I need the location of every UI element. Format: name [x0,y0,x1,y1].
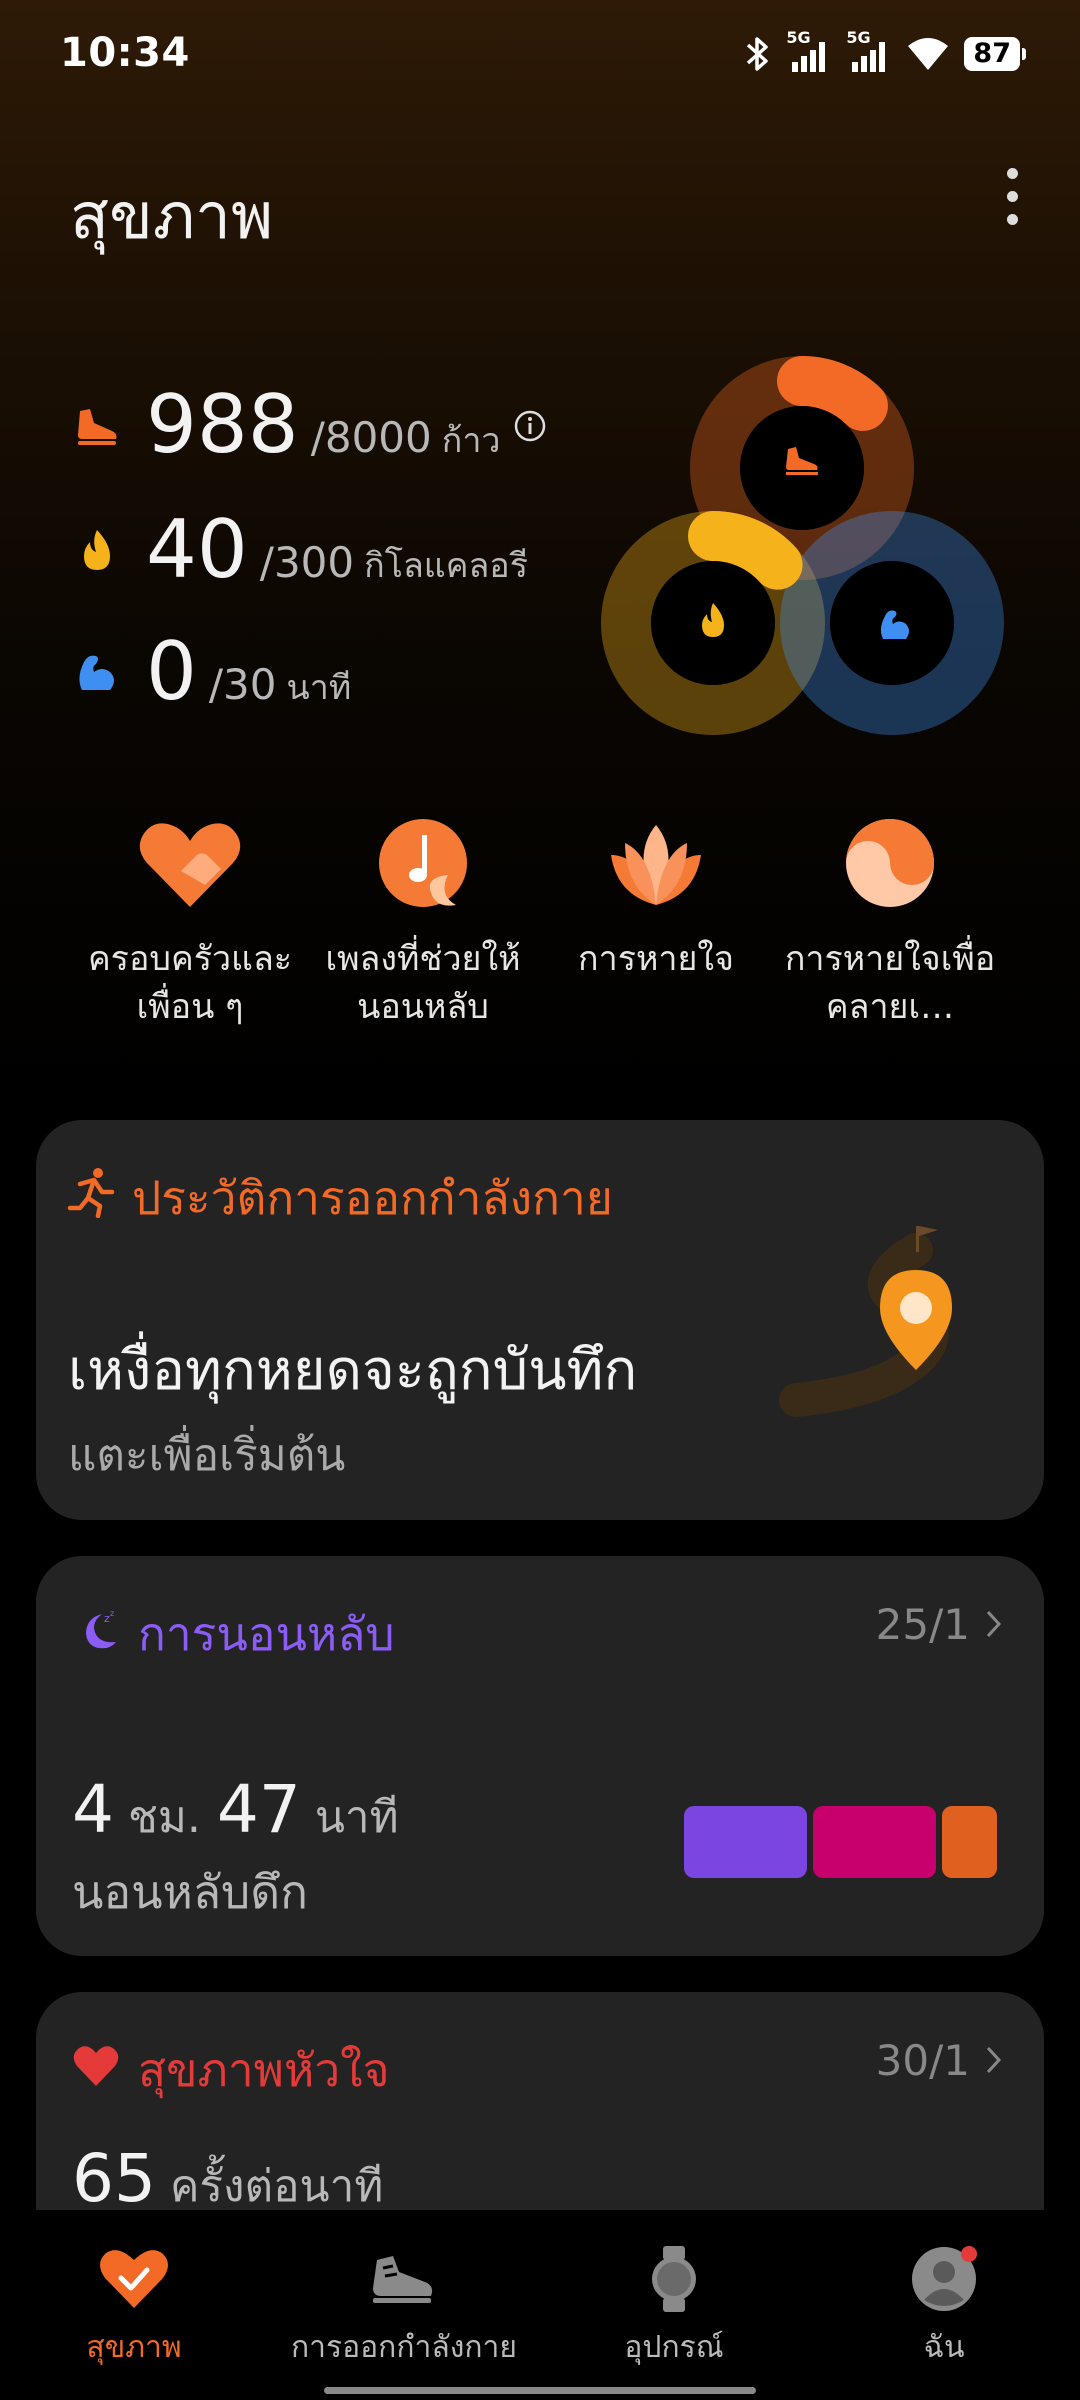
calories-value: 40 [146,503,248,596]
nav-health[interactable]: สุขภาพ [4,2246,264,2371]
sleep-hours: 4 [72,1771,114,1848]
steps-stat[interactable]: 988 /8000 ก้าว [72,385,547,467]
active-unit: นาที [286,668,352,708]
activity-rings[interactable] [590,345,1030,745]
steps-unit: ก้าว [441,421,501,461]
status-icons: 5G 5G 87 [744,28,1026,74]
sleep-music-icon [379,819,467,907]
profile-icon [912,2246,977,2311]
sleep-stages-bar [684,1806,1008,1878]
battery-indicator: 87 [964,37,1026,71]
status-time: 10:34 [60,30,190,76]
family-heart-icon [139,823,241,907]
shortcut-label: การหายใจเพื่อคลายเ… [784,939,996,1027]
sleep-duration: 4 ชม. 47 นาที [72,1771,399,1852]
more-options-button[interactable] [982,160,1042,232]
sleep-minutes-unit: นาที [314,1792,399,1843]
sleep-date: 25/1 [875,1600,970,1649]
sleep-minutes: 47 [216,1771,301,1848]
shortcut-family-friends[interactable]: ครอบครัวและเพื่อน ๆ [70,815,310,1031]
shortcut-label: ครอบครัวและเพื่อน ๆ [87,939,293,1027]
nav-exercise[interactable]: การออกกำลังกาย [274,2246,534,2371]
heart-card-title: สุขภาพหัวใจ [138,2043,390,2097]
shortcut-relaxing-breath[interactable]: การหายใจเพื่อคลายเ… [770,815,1010,1031]
shortcut-sleep-music[interactable]: เพลงที่ช่วยให้นอนหลับ [303,815,543,1031]
nav-label: สุขภาพ [86,2330,182,2365]
shortcut-label: การหายใจ [578,939,734,979]
calories-stat[interactable]: 40 /300 กิโลแคลอรี [72,510,528,592]
page-title: สุขภาพ [70,180,274,254]
sleep-hours-unit: ชม. [128,1792,201,1843]
exercise-headline: เหงื่อทุกหยดจะถูกบันทึก [68,1338,638,1403]
active-minutes-stat[interactable]: 0 /30 นาที [72,632,351,714]
signal-icon-2: 5G [846,28,892,74]
flame-icon [84,530,110,570]
exercise-card-title: ประวัติการออกกำลังกาย [132,1171,613,1225]
active-goal: /30 [208,660,277,709]
svg-text:z: z [110,1609,114,1618]
chevron-right-icon [986,1610,1002,1638]
running-icon [67,1168,115,1218]
nav-devices[interactable]: อุปกรณ์ [544,2246,804,2371]
sleep-stage-awake [942,1806,998,1878]
heart-date: 30/1 [875,2036,970,2085]
shortcut-label: เพลงที่ช่วยให้นอนหลับ [325,939,521,1027]
map-pin-icon [779,1226,952,1417]
heart-rate: 65 ครั้งต่อนาที [72,2140,383,2221]
sleep-stage-light [813,1806,937,1878]
exercise-history-card[interactable]: ประวัติการออกกำลังกาย เหงื่อทุกหยดจะถูกบ… [36,1120,1044,1520]
sneaker-icon [373,2256,433,2303]
signal-icon: 5G [786,28,832,74]
nav-me[interactable]: ฉัน [814,2246,1074,2371]
watch-icon [652,2246,696,2312]
active-value: 0 [146,625,197,718]
arm-icon [79,655,114,690]
calories-goal: /300 [259,538,355,587]
shortcut-breathing[interactable]: การหายใจ [536,815,776,983]
yin-yang-icon [846,819,934,907]
chevron-right-icon [986,2046,1002,2074]
info-icon[interactable] [513,409,547,443]
steps-goal: /8000 [310,413,432,462]
moon-icon: z z [86,1609,116,1649]
steps-value: 988 [146,378,299,471]
wifi-icon [908,38,949,70]
sleep-card[interactable]: z z การนอนหลับ 25/1 4 ชม. 47 นาที นอนหลั… [36,1556,1044,1956]
shoe-icon [78,409,117,445]
sleep-card-title: การนอนหลับ [138,1607,395,1661]
heart-rate-value: 65 [72,2140,156,2217]
bluetooth-icon [747,37,769,71]
sleep-label: นอนหลับดึก [72,1865,308,1919]
more-vertical-icon [1006,167,1018,179]
bottom-navigation: สุขภาพ การออกกำลังกาย อุปกรณ์ ฉัน [0,2210,1080,2400]
home-indicator[interactable] [324,2387,756,2394]
exercise-subtitle: แตะเพื่อเริ่มต้น [68,1430,346,1481]
sleep-stage-deep [684,1806,808,1878]
calories-unit: กิโลแคลอรี [364,546,528,586]
heart-icon [73,2046,119,2086]
nav-label: ฉัน [923,2330,965,2365]
lotus-icon [611,825,701,905]
nav-label: อุปกรณ์ [624,2330,724,2365]
nav-label: การออกกำลังกาย [291,2330,517,2365]
health-heart-icon [100,2250,168,2308]
